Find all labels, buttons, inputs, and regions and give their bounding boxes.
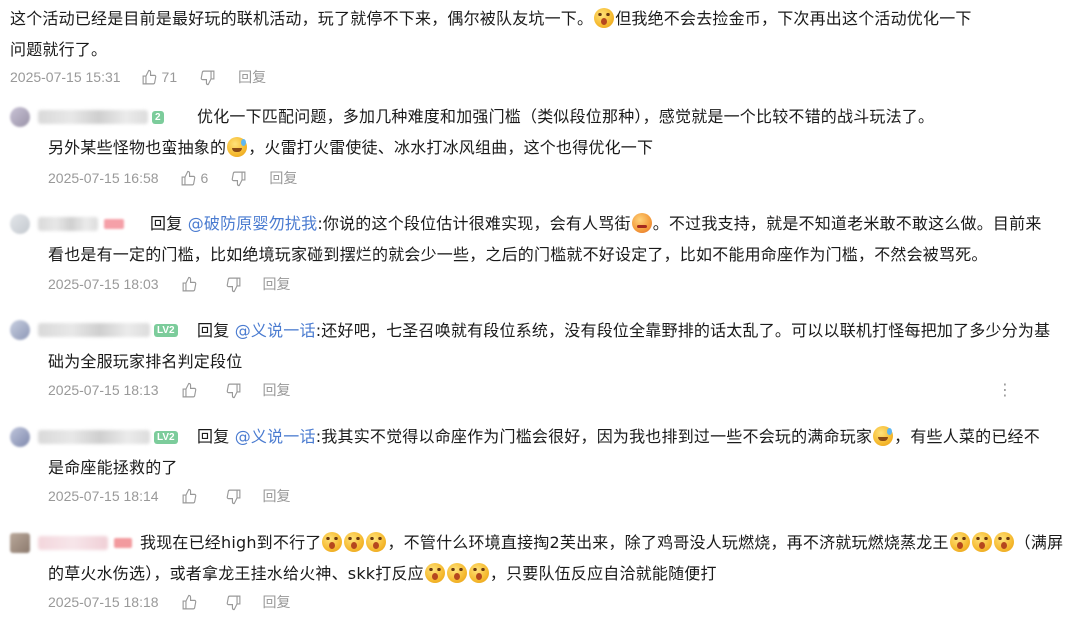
- username-blurred[interactable]: [38, 536, 108, 550]
- comment-time: 2025-07-15 18:03: [48, 276, 159, 292]
- reply-2-text-line2: 看也是有一定的门槛，比如绝境玩家碰到摆烂的就会少一些，之后的门槛就不好设定了，比…: [48, 245, 988, 264]
- reply-4-text-line2: 是命座能拯救的了: [48, 458, 178, 477]
- avatar[interactable]: [10, 320, 30, 340]
- reply-2-text: 回复 @破防原婴勿扰我:你说的这个段位估计很难实现，会有人骂街 。不过我支持，就是…: [150, 213, 1042, 233]
- shocked-emoji-icon: [344, 532, 365, 552]
- dislike-button[interactable]: [225, 382, 242, 399]
- avatar[interactable]: [10, 427, 30, 447]
- avatar[interactable]: [10, 107, 30, 127]
- shocked-emoji-icon: [366, 532, 387, 552]
- thumbs-down-icon: [226, 383, 240, 398]
- mention-link[interactable]: @义说一话: [235, 321, 316, 340]
- shocked-emoji-icon: [949, 532, 970, 552]
- shocked-emoji-icon: [322, 532, 343, 552]
- thumbs-down-icon: [226, 489, 240, 504]
- sweat-smile-emoji-icon: [227, 137, 248, 157]
- reply-4-meta: 2025-07-15 18:14 回复: [48, 486, 291, 506]
- reply-button[interactable]: 回复: [263, 380, 291, 400]
- username-blurred[interactable]: [38, 110, 148, 124]
- reply-button[interactable]: 回复: [269, 168, 297, 188]
- shocked-emoji-icon: [993, 532, 1014, 552]
- comment-time: 2025-07-15 18:14: [48, 488, 159, 504]
- shocked-emoji-icon: [424, 563, 445, 583]
- like-count: 6: [200, 170, 209, 186]
- reply-2-user[interactable]: [10, 213, 124, 235]
- reply-3-text: 回复 @义说一话:还好吧，七圣召唤就有段位系统，没有段位全靠野排的话太乱了。可以…: [197, 321, 1051, 340]
- reply-4-text: 回复 @义说一话:我其实不觉得以命座作为门槛会很好，因为我也排到过一些不会玩的满…: [197, 426, 1040, 446]
- reply-2-meta: 2025-07-15 18:03 回复: [48, 274, 291, 294]
- thumbs-up-icon: [182, 488, 196, 503]
- reply-1-user[interactable]: 2: [10, 106, 164, 128]
- thumbs-up-icon: [182, 594, 196, 609]
- mention-link[interactable]: @义说一话: [235, 427, 316, 446]
- thumbs-up-icon: [181, 170, 195, 185]
- comment-time: 2025-07-15 16:58: [48, 170, 159, 186]
- like-button[interactable]: 71: [141, 69, 178, 86]
- like-button[interactable]: [181, 276, 198, 293]
- level-badge: LV2: [154, 430, 178, 444]
- like-button[interactable]: [181, 594, 198, 611]
- shocked-emoji-icon: [446, 563, 467, 583]
- thumbs-up-icon: [182, 276, 196, 291]
- top-comment-meta: 2025-07-15 15:31 71 回复: [10, 67, 266, 87]
- level-badge: LV2: [154, 323, 178, 337]
- reply-1-text-line2: 另外某些怪物也蛮抽象的 ，火雷打火雷使徒、冰水打冰风组曲，这个也得优化一下: [48, 137, 654, 157]
- like-button[interactable]: 6: [180, 170, 209, 187]
- reply-1-meta: 2025-07-15 16:58 6 回复: [48, 168, 297, 188]
- comment-time: 2025-07-15 15:31: [10, 69, 121, 85]
- shocked-emoji-icon: [971, 532, 992, 552]
- comment-time: 2025-07-15 18:18: [48, 594, 159, 610]
- reply-button[interactable]: 回复: [238, 67, 266, 87]
- thumbs-down-icon: [200, 70, 215, 85]
- username-blurred[interactable]: [38, 323, 150, 337]
- thumbs-up-icon: [142, 69, 156, 84]
- reply-word: 回复: [197, 321, 230, 340]
- reply-5-meta: 2025-07-15 18:18 回复: [48, 592, 291, 612]
- username-blurred[interactable]: [38, 217, 98, 231]
- reply-3-meta: 2025-07-15 18:13 回复: [48, 380, 291, 400]
- reply-3-text-line2: 础为全服玩家排名判定段位: [48, 352, 243, 371]
- dislike-button[interactable]: [225, 594, 242, 611]
- top-comment-text: 这个活动已经是目前是最好玩的联机活动，玩了就停不下来，偶尔被队友坑一下。 但我绝不…: [10, 8, 972, 59]
- mention-link[interactable]: @破防原婴勿扰我: [188, 214, 318, 233]
- reply-5-text-line2: 的草火水伤选），或者拿龙王挂水给火神、skk打反应 ，只要队伍反应自洽就能随便打: [48, 563, 717, 583]
- avatar[interactable]: [10, 533, 30, 553]
- badge-blurred: [104, 219, 124, 229]
- username-blurred[interactable]: [38, 430, 150, 444]
- angry-emoji-icon: [631, 213, 652, 233]
- like-button[interactable]: [181, 488, 198, 505]
- dislike-button[interactable]: [225, 488, 242, 505]
- reply-3-user[interactable]: LV2: [10, 319, 178, 341]
- reply-button[interactable]: 回复: [263, 274, 291, 294]
- reply-word: 回复: [197, 427, 230, 446]
- like-count: 71: [161, 69, 178, 85]
- more-options-icon[interactable]: ⋮: [997, 381, 1013, 399]
- reply-word: 回复: [150, 214, 183, 233]
- reply-1-text: 优化一下匹配问题，多加几种难度和加强门槛（类似段位那种），感觉就是一个比较不错的…: [197, 107, 935, 126]
- thumbs-down-icon: [226, 595, 240, 610]
- dislike-button[interactable]: [199, 69, 216, 86]
- like-button[interactable]: [181, 382, 198, 399]
- thumbs-down-icon: [232, 171, 246, 186]
- avatar[interactable]: [10, 214, 30, 234]
- badge-blurred: [114, 538, 132, 548]
- reply-5-text: 我现在已经high到不行了 ，不管什么环境直接掏2芙出来，除了鸡哥没人玩燃烧，再不…: [140, 532, 1064, 552]
- thumbs-up-icon: [182, 382, 196, 397]
- reply-button[interactable]: 回复: [263, 486, 291, 506]
- thumbs-down-icon: [226, 277, 240, 292]
- shocked-emoji-icon: [594, 8, 615, 28]
- sweat-smile-emoji-icon: [873, 426, 894, 446]
- dislike-button[interactable]: [225, 276, 242, 293]
- reply-5-user[interactable]: [10, 532, 132, 554]
- dislike-button[interactable]: [230, 170, 247, 187]
- shocked-emoji-icon: [468, 563, 489, 583]
- comment-time: 2025-07-15 18:13: [48, 382, 159, 398]
- reply-button[interactable]: 回复: [263, 592, 291, 612]
- level-badge: 2: [152, 110, 164, 124]
- reply-4-user[interactable]: LV2: [10, 426, 178, 448]
